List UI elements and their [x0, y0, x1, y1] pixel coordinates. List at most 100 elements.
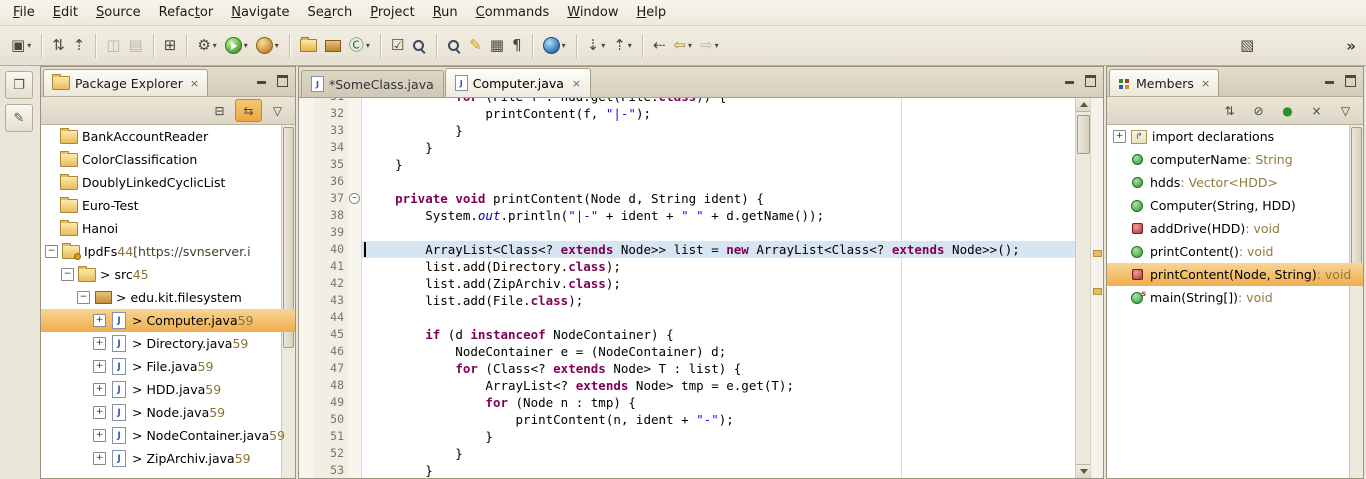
code-line[interactable]: 48 ArrayList<? extends Node> tmp = e.get…: [299, 377, 1076, 394]
editor-tab-computer-java[interactable]: JComputer.java×: [445, 68, 591, 97]
back-button[interactable]: ⇦▾: [669, 32, 696, 59]
menu-search[interactable]: Search: [299, 2, 362, 23]
code-line[interactable]: 31 for (File f : hdd.get(File.class)) {: [299, 98, 1076, 105]
editor-tab-someclass-java[interactable]: J*SomeClass.java: [301, 70, 444, 97]
tree-item-edu-kit-filesystem[interactable]: −> edu.kit.filesystem: [41, 286, 295, 309]
tree-item-ziparchiv-java[interactable]: +J> ZipArchiv.java 59: [41, 447, 295, 470]
code-line[interactable]: 53 }: [299, 462, 1076, 478]
minimize-button[interactable]: [1061, 73, 1078, 88]
scroll-up-button[interactable]: [1076, 98, 1091, 112]
menu-file[interactable]: File: [4, 2, 44, 23]
maximize-button[interactable]: [1342, 73, 1359, 88]
code-line[interactable]: 50 printContent(n, ident + "-");: [299, 411, 1076, 428]
code-line[interactable]: 39: [299, 224, 1076, 241]
code-line[interactable]: 52 }: [299, 445, 1076, 462]
code-line[interactable]: 37− private void printContent(Node d, St…: [299, 190, 1076, 207]
mark-occurrences-button[interactable]: ✎: [465, 32, 486, 59]
member-item-adddrive-hdd[interactable]: addDrive(HDD) : void: [1107, 217, 1363, 240]
toolbar-overflow-button[interactable]: »: [1342, 37, 1360, 55]
expander-icon[interactable]: +: [93, 429, 106, 442]
editor-scrollbar[interactable]: [1075, 98, 1091, 478]
menu-source[interactable]: Source: [87, 2, 150, 23]
sort-members-icon[interactable]: ⇅: [1216, 99, 1243, 122]
package-explorer-tab[interactable]: Package Explorer ×: [43, 69, 208, 96]
tree-item-nodecontainer-java[interactable]: +J> NodeContainer.java 59: [41, 424, 295, 447]
code-editor[interactable]: 31 for (File f : hdd.get(File.class)) {3…: [299, 98, 1103, 478]
fold-collapse-icon[interactable]: −: [349, 193, 360, 204]
code-line[interactable]: 51 }: [299, 428, 1076, 445]
member-item-computername[interactable]: computerName : String: [1107, 148, 1363, 171]
code-line[interactable]: 40 ArrayList<Class<? extends Node>> list…: [299, 241, 1076, 258]
restore-minimized-view-button[interactable]: ❐: [5, 71, 33, 99]
view-menu-icon[interactable]: ▽: [264, 99, 291, 122]
scrollbar-thumb[interactable]: [1077, 115, 1090, 154]
tree-item-src[interactable]: −> src 45: [41, 263, 295, 286]
member-item-printcontent-node-string[interactable]: printContent(Node, String) : void: [1107, 263, 1363, 286]
expander-icon[interactable]: +: [93, 452, 106, 465]
debug-button[interactable]: ⚙▾: [193, 32, 220, 59]
expander-icon[interactable]: +: [93, 406, 106, 419]
tree-item-hdd-java[interactable]: +J> HDD.java 59: [41, 378, 295, 401]
annotation-marker[interactable]: [1093, 250, 1102, 257]
collapse-all-icon[interactable]: ⊟: [206, 99, 233, 122]
code-line[interactable]: 42 list.add(ZipArchiv.class);: [299, 275, 1076, 292]
member-item-main-string[interactable]: smain(String[]) : void: [1107, 286, 1363, 309]
previous-annotation-button[interactable]: ⇡▾: [609, 32, 636, 59]
tree-item-bankaccountreader[interactable]: BankAccountReader: [41, 125, 295, 148]
code-line[interactable]: 34 }: [299, 139, 1076, 156]
expander-icon[interactable]: +: [93, 383, 106, 396]
code-line[interactable]: 43 list.add(File.class);: [299, 292, 1076, 309]
open-task-button[interactable]: ☑: [387, 32, 408, 59]
minimized-editor-button[interactable]: ✎: [5, 104, 33, 132]
search-words-button[interactable]: [443, 32, 465, 59]
hide-static-icon[interactable]: ●: [1274, 99, 1301, 122]
menu-window[interactable]: Window: [558, 2, 627, 23]
maximize-button[interactable]: [274, 73, 291, 88]
close-icon[interactable]: ×: [572, 77, 581, 90]
tree-item-node-java[interactable]: +J> Node.java 59: [41, 401, 295, 424]
tree-item-file-java[interactable]: +J> File.java 59: [41, 355, 295, 378]
expander-icon[interactable]: +: [93, 314, 106, 327]
team-update-button[interactable]: ⇡: [69, 32, 90, 59]
coverage-button[interactable]: ▾: [252, 32, 283, 59]
code-line[interactable]: 49 for (Node n : tmp) {: [299, 394, 1076, 411]
synchronize-button[interactable]: ⇅: [48, 32, 69, 59]
tree-item-directory-java[interactable]: +J> Directory.java 59: [41, 332, 295, 355]
hide-fields-icon[interactable]: ⊘: [1245, 99, 1272, 122]
menu-help[interactable]: Help: [628, 2, 676, 23]
member-item-printcontent[interactable]: printContent() : void: [1107, 240, 1363, 263]
show-grid-button[interactable]: ▦: [486, 32, 508, 59]
next-annotation-button[interactable]: ⇣▾: [583, 32, 610, 59]
expander-icon[interactable]: −: [77, 291, 90, 304]
menu-run[interactable]: Run: [424, 2, 467, 23]
show-whitespace-button[interactable]: ¶: [508, 32, 526, 59]
tree-item-colorclassification[interactable]: ColorClassification: [41, 148, 295, 171]
view-menu-icon[interactable]: ▽: [1332, 99, 1359, 122]
expander-icon[interactable]: −: [45, 245, 58, 258]
tree-item-euro-test[interactable]: Euro-Test: [41, 194, 295, 217]
menu-refactor[interactable]: Refactor: [150, 2, 223, 23]
code-line[interactable]: 45 if (d instanceof NodeContainer) {: [299, 326, 1076, 343]
search-button[interactable]: [408, 32, 430, 59]
tree-item-computer-java[interactable]: +J> Computer.java 59: [41, 309, 295, 332]
tree-item-ipdfs[interactable]: −IpdFs 44 [https://svnserver.i: [41, 240, 295, 263]
tree-item-doublylinkedcycliclist[interactable]: DoublyLinkedCyclicList: [41, 171, 295, 194]
minimize-button[interactable]: [253, 73, 270, 88]
code-line[interactable]: 46 NodeContainer e = (NodeContainer) d;: [299, 343, 1076, 360]
menu-project[interactable]: Project: [361, 2, 424, 23]
close-icon[interactable]: ×: [1201, 77, 1210, 90]
maximize-button[interactable]: [1082, 73, 1099, 88]
expander-icon[interactable]: +: [93, 337, 106, 350]
close-icon[interactable]: ×: [190, 77, 199, 90]
code-line[interactable]: 32 printContent(f, "|-");: [299, 105, 1076, 122]
new-package-button[interactable]: [321, 32, 345, 59]
members-tab[interactable]: Members ×: [1109, 69, 1219, 96]
member-item-computer-string-hdd[interactable]: Computer(String, HDD): [1107, 194, 1363, 217]
open-browser-button[interactable]: ▾: [539, 32, 570, 59]
new-java-project-button[interactable]: [296, 32, 321, 59]
code-line[interactable]: 35 }: [299, 156, 1076, 173]
menu-commands[interactable]: Commands: [467, 2, 559, 23]
run-button[interactable]: ▾: [221, 32, 252, 59]
code-line[interactable]: 41 list.add(Directory.class);: [299, 258, 1076, 275]
code-line[interactable]: 38 System.out.println("|-" + ident + " "…: [299, 207, 1076, 224]
